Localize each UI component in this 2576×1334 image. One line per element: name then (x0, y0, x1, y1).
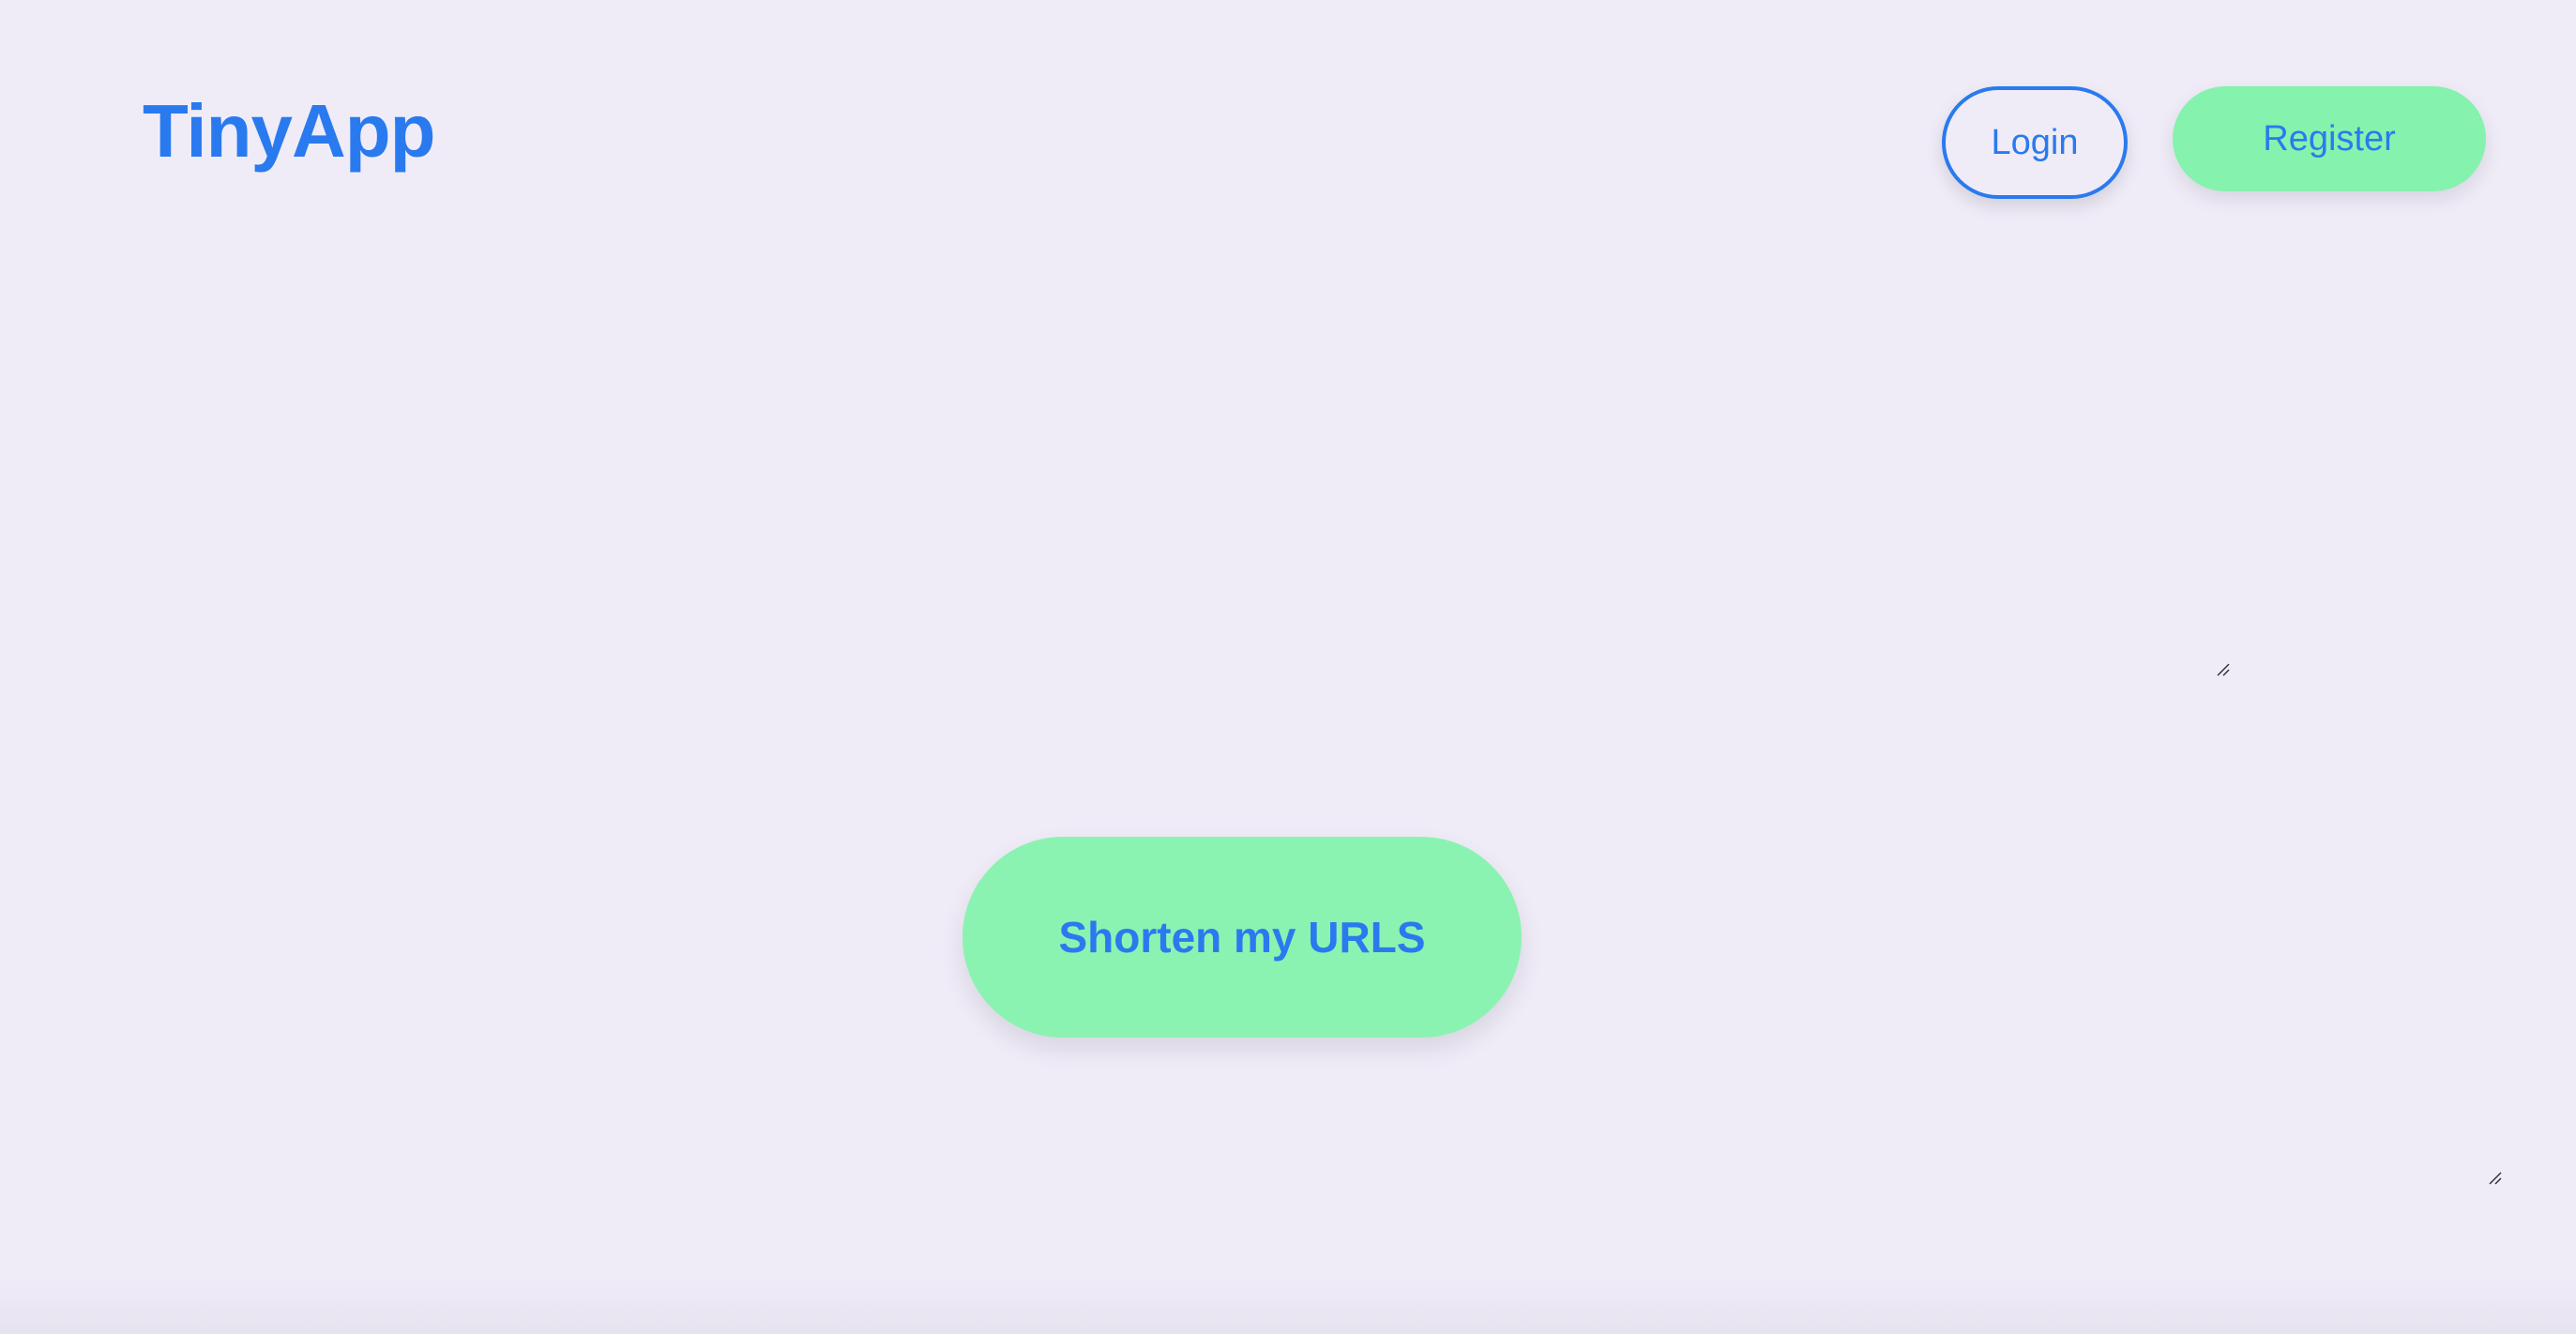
page: TinyApp Login Register Shorten my URLS (0, 0, 2576, 1334)
login-button[interactable]: Login (1942, 86, 2128, 199)
shorten-urls-button[interactable]: Shorten my URLS (962, 837, 1522, 1038)
register-button[interactable]: Register (2173, 86, 2486, 191)
bottom-shade (0, 1278, 2576, 1334)
textarea-resize-handle-icon[interactable] (2216, 662, 2231, 677)
brand-logo[interactable]: TinyApp (143, 86, 436, 176)
textarea-resize-handle-icon[interactable] (2488, 1171, 2503, 1186)
